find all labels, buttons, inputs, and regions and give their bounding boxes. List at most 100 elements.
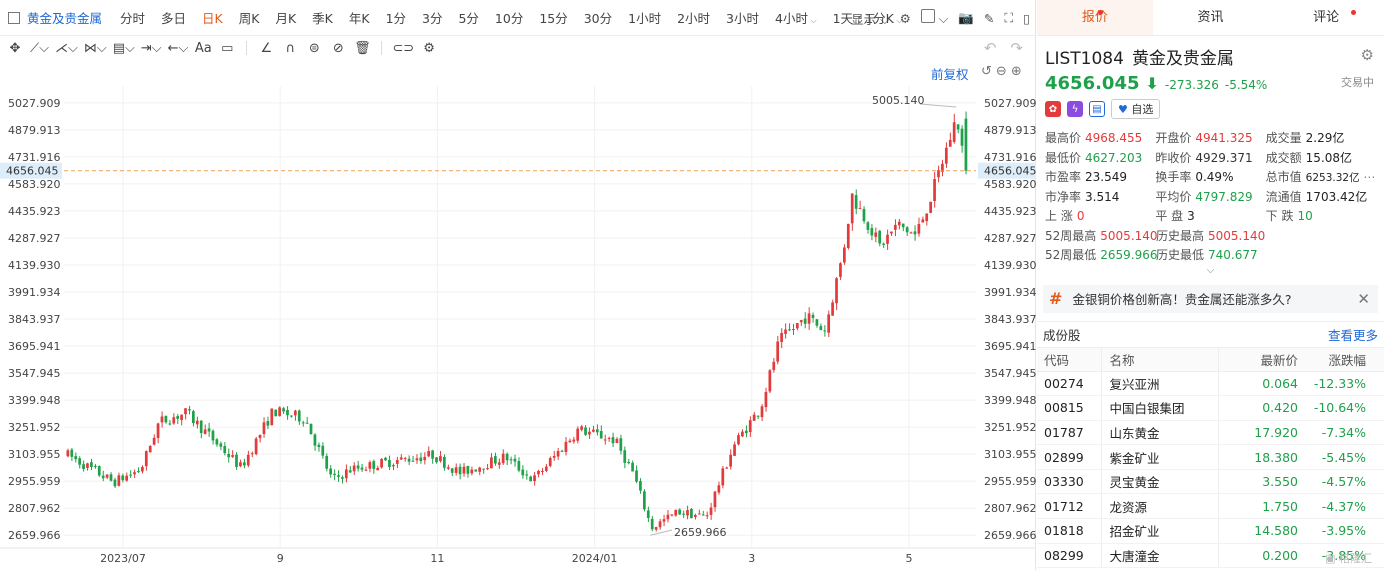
candle-body [101,475,105,479]
candle-body [803,318,807,324]
stat-value: 6253.32亿 [1305,172,1360,185]
candle-body [164,415,168,423]
candle-body [188,409,191,411]
candle-body [603,439,607,441]
candle-body [623,450,627,463]
price-change-pct: -5.54% [1224,78,1268,92]
candle-body [560,450,564,452]
candle-body [458,466,462,475]
y-tick-label-left: 4435.923 [8,205,61,218]
stat-item: 52周最高 5005.140 [1045,227,1158,244]
candle-body [862,209,866,222]
candle-body [548,458,552,467]
stock-price: 0.064 [1217,371,1308,397]
y-tick-label-left: 4583.920 [8,178,61,191]
y-tick-label-left: 3843.937 [8,313,61,326]
candle-body [705,515,709,517]
candle-body [191,411,195,424]
col-price[interactable]: 最新价 [1217,346,1308,372]
stat-value: 10 [1297,209,1313,224]
y-tick-label-left: 2807.962 [8,502,61,515]
candle-body [109,474,113,481]
candle-body [870,228,874,236]
stat-item: 历史最低 740.677 [1156,246,1267,263]
candle-body [843,247,846,263]
close-icon[interactable]: ✕ [1357,290,1370,308]
stock-price: 1.750 [1217,493,1308,520]
candle-body [521,469,525,476]
y-tick-label-right: 3251.952 [984,421,1036,434]
col-code[interactable]: 代码 [1037,346,1101,372]
stat-value: 5005.140 [1208,228,1266,243]
stat-value: 4797.829 [1195,189,1253,204]
tab-comments[interactable]: 评论 [1268,0,1384,35]
tab-quote[interactable]: 报价 [1037,0,1153,35]
candle-body [678,509,682,515]
stock-code: 02899 [1037,444,1101,470]
candle-body [772,361,776,371]
stat-label: 平 盘 [1155,209,1184,224]
col-name[interactable]: 名称 [1100,346,1218,372]
stock-name: 中国白银集团 [1100,395,1218,421]
more-info-icon[interactable]: ⋯ [1360,170,1375,184]
table-row[interactable]: 00274 复兴亚洲 0.064 -12.33% [1037,371,1384,397]
candle-body [607,437,611,439]
candle-body [278,407,281,416]
table-row[interactable]: 01818 招金矿业 14.580 -3.95% [1037,518,1384,544]
table-row[interactable]: 03330 灵宝黄金 3.550 -4.57% [1037,469,1384,495]
candle-body [372,461,376,469]
table-row[interactable]: 02899 紫金矿业 18.380 -5.45% [1037,444,1384,470]
x-tick-label: 11 [430,552,444,565]
stats-row: 最低价 4627.203 昨收价 4929.371 成交额 15.08亿 [1045,148,1376,168]
candlestick-chart[interactable]: 5027.909 5027.909 4879.913 4879.913 4731.916… [0,0,1036,570]
app-window: 黄金及贵金属 分时 多日 日K 周K 月K 季K 年K 1分 3分 5分 10分 15分 30分 1小时 2… [0,0,1384,570]
stat-item: 下 跌 10 [1266,207,1376,224]
candle-body [344,469,348,479]
y-tick-label-right: 3991.934 [984,286,1036,299]
candle-body [133,472,136,475]
stat-label: 历史最高 [1156,228,1205,243]
candle-body [317,444,321,448]
candle-body [819,326,823,331]
candle-body [909,232,913,234]
tab-news[interactable]: 资讯 [1153,0,1269,35]
stat-label: 市盈率 [1045,170,1082,185]
candle-body [882,243,885,245]
view-more-link[interactable]: 查看更多 [1328,325,1378,344]
expand-caret-icon[interactable]: ⌵ [1037,265,1384,279]
add-watchlist-button[interactable]: ♥ 自选 [1111,99,1161,119]
flash-icon[interactable]: ϟ [1067,101,1083,117]
stat-item: 昨收价 4929.371 [1155,149,1265,166]
candle-body [823,330,827,332]
table-row[interactable]: 01787 山东黄金 17.920 -7.34% [1037,420,1384,446]
candle-body [513,458,517,462]
stat-label: 换手率 [1155,170,1192,185]
table-row[interactable]: 00815 中国白银集团 0.420 -10.64% [1037,395,1384,421]
y-tick-label-left: 4731.916 [8,151,61,164]
candle-body [599,430,603,439]
candle-body [446,467,450,469]
stock-price: 18.380 [1217,444,1308,470]
candle-body [827,314,831,333]
y-tick-label-left: 4287.927 [8,232,61,245]
candle-body [627,461,631,464]
y-tick-label-right: 3399.948 [984,394,1036,407]
stock-code: 01787 [1037,420,1101,446]
candle-body [674,509,678,516]
bookmark-icon[interactable]: ▤ [1089,101,1105,117]
candle-body [250,453,254,455]
candle-body [850,193,854,224]
badges-row: ✿ ϟ ▤ ♥ 自选 [1037,96,1384,122]
candle-body [693,515,697,518]
candle-body [776,341,780,362]
settings-icon[interactable]: ⚙ [1361,46,1374,64]
col-change-pct[interactable]: 涨跌幅 [1308,346,1384,372]
candle-body [270,408,274,425]
stat-label: 开盘价 [1155,131,1192,146]
candle-body [552,455,556,458]
news-banner[interactable]: # 金银铜价格创新高！贵金属还能涨多久? ✕ [1043,284,1378,313]
table-row[interactable]: 01712 龙资源 1.750 -4.37% [1037,493,1384,520]
notification-dot [1351,10,1357,15]
candle-body [764,391,768,408]
candle-body [756,415,760,417]
